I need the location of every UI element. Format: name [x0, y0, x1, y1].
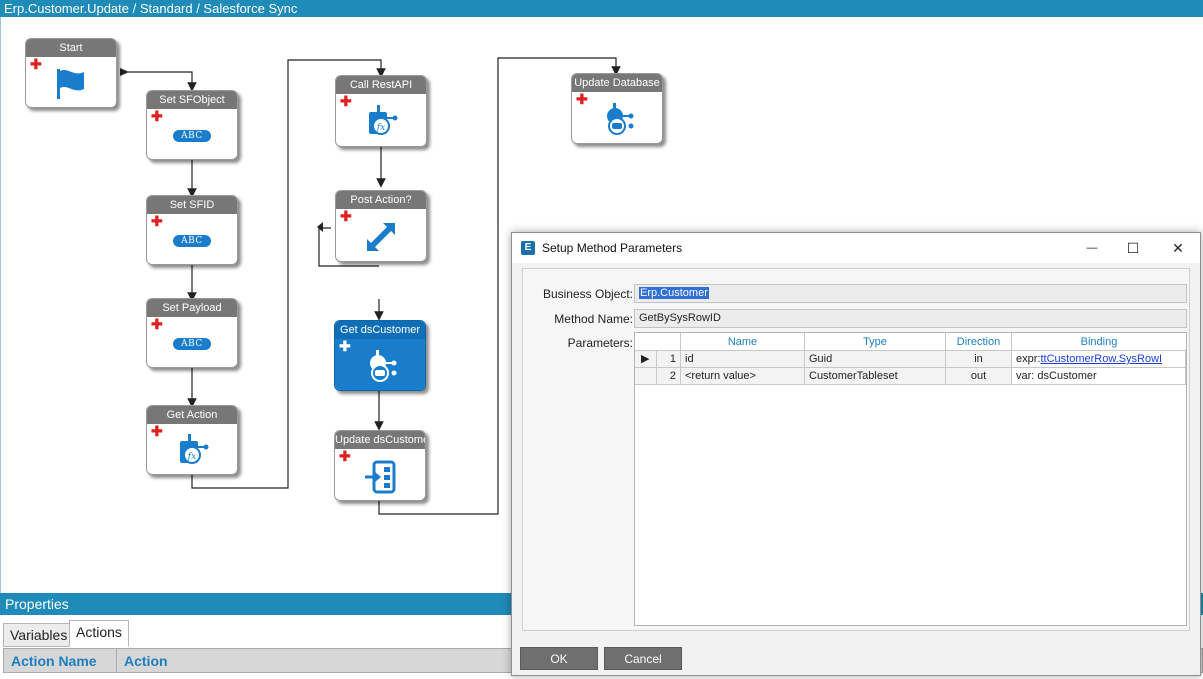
- tab-actions[interactable]: Actions: [69, 620, 129, 647]
- param-binding-cell[interactable]: var: dsCustomer: [1012, 368, 1186, 385]
- node-title: Start: [26, 39, 116, 57]
- set-sfid-node[interactable]: Set SFID ✚ ABC: [146, 195, 238, 265]
- tab-variables[interactable]: Variables: [3, 623, 70, 647]
- update-database-node[interactable]: Update Database ✚: [571, 73, 663, 144]
- close-icon[interactable]: ✕: [1168, 239, 1188, 257]
- node-title: Update Database: [572, 74, 662, 92]
- method-name-label: Method Name:: [554, 312, 633, 326]
- function-icon: fx: [147, 430, 237, 472]
- method-icon: [335, 345, 425, 388]
- setup-method-parameters-dialog: E Setup Method Parameters — ☐ ✕ Business…: [511, 232, 1201, 676]
- param-type-cell[interactable]: Guid: [805, 351, 946, 368]
- get-dscustomer-node[interactable]: Get dsCustomer ✚: [334, 320, 426, 391]
- svg-text:fx: fx: [187, 452, 196, 462]
- cancel-button[interactable]: Cancel: [604, 647, 682, 670]
- set-sfobject-node[interactable]: Set SFObject ✚ ABC: [146, 90, 238, 160]
- row-number: 1: [657, 351, 681, 368]
- ok-button[interactable]: OK: [520, 647, 598, 670]
- node-title: Set Payload: [147, 299, 237, 317]
- flag-icon: [26, 63, 116, 105]
- column-type[interactable]: Type: [805, 333, 946, 351]
- app-logo-icon: E: [521, 241, 535, 255]
- function-icon: fx: [336, 100, 426, 144]
- call-restapi-node[interactable]: Call RestAPI ✚ fx: [335, 75, 427, 147]
- binding-prefix: expr:: [1016, 353, 1041, 365]
- node-title: Post Action?: [336, 191, 426, 209]
- node-title: Update dsCustome: [335, 431, 425, 449]
- row-selector[interactable]: [635, 368, 657, 385]
- node-title: Get Action: [147, 406, 237, 424]
- param-name-cell[interactable]: <return value>: [681, 368, 805, 385]
- abc-label: ABC: [173, 338, 211, 350]
- decision-arrow-icon: [336, 215, 426, 259]
- window-title: Erp.Customer.Update / Standard / Salesfo…: [0, 0, 1203, 17]
- start-node[interactable]: Start ✚: [25, 38, 117, 108]
- row-number: 2: [657, 368, 681, 385]
- param-binding-cell[interactable]: expr:ttCustomerRow.SysRowI: [1012, 351, 1186, 368]
- node-title: Get dsCustomer: [335, 321, 425, 339]
- set-payload-node[interactable]: Set Payload ✚ ABC: [146, 298, 238, 368]
- param-direction-cell[interactable]: in: [946, 351, 1012, 368]
- minimize-icon[interactable]: —: [1082, 239, 1102, 257]
- param-name-cell[interactable]: id: [681, 351, 805, 368]
- method-icon: [572, 98, 662, 141]
- node-title: Set SFID: [147, 196, 237, 214]
- business-object-value: Erp.Customer: [639, 287, 709, 299]
- column-action[interactable]: Action: [117, 649, 517, 672]
- column-action-name[interactable]: Action Name: [4, 649, 117, 672]
- abc-icon: ABC: [147, 115, 237, 157]
- column-binding[interactable]: Binding: [1012, 333, 1186, 351]
- get-action-node[interactable]: Get Action ✚ fx: [146, 405, 238, 475]
- method-name-field[interactable]: GetBySysRowID: [634, 309, 1187, 328]
- dialog-title: Setup Method Parameters: [542, 241, 683, 255]
- column-name[interactable]: Name: [681, 333, 805, 351]
- abc-icon: ABC: [147, 323, 237, 365]
- node-title: Set SFObject: [147, 91, 237, 109]
- param-type-cell[interactable]: CustomerTableset: [805, 368, 946, 385]
- dialog-body: Business Object: Erp.Customer Method Nam…: [522, 268, 1190, 631]
- node-title: Call RestAPI: [336, 76, 426, 94]
- abc-icon: ABC: [147, 220, 237, 262]
- row-selector-icon[interactable]: ▶: [635, 351, 657, 368]
- post-action-node[interactable]: Post Action? ✚: [335, 190, 427, 262]
- maximize-icon[interactable]: ☐: [1123, 239, 1143, 257]
- parameters-label: Parameters:: [567, 336, 633, 350]
- param-direction-cell[interactable]: out: [946, 368, 1012, 385]
- parameters-table: Name Type Direction Binding ▶ 1 id Guid …: [634, 332, 1187, 626]
- binding-link[interactable]: ttCustomerRow.SysRowI: [1040, 353, 1162, 365]
- svg-text:fx: fx: [376, 123, 385, 133]
- column-direction[interactable]: Direction: [946, 333, 1012, 351]
- business-object-field[interactable]: Erp.Customer: [634, 284, 1187, 303]
- update-list-icon: [335, 455, 425, 498]
- business-object-label: Business Object:: [542, 287, 633, 301]
- abc-label: ABC: [173, 130, 211, 142]
- column-index: [635, 333, 681, 351]
- abc-label: ABC: [173, 235, 211, 247]
- update-dscustomer-node[interactable]: Update dsCustome ✚: [334, 430, 426, 501]
- dialog-titlebar[interactable]: E Setup Method Parameters — ☐ ✕: [512, 233, 1200, 263]
